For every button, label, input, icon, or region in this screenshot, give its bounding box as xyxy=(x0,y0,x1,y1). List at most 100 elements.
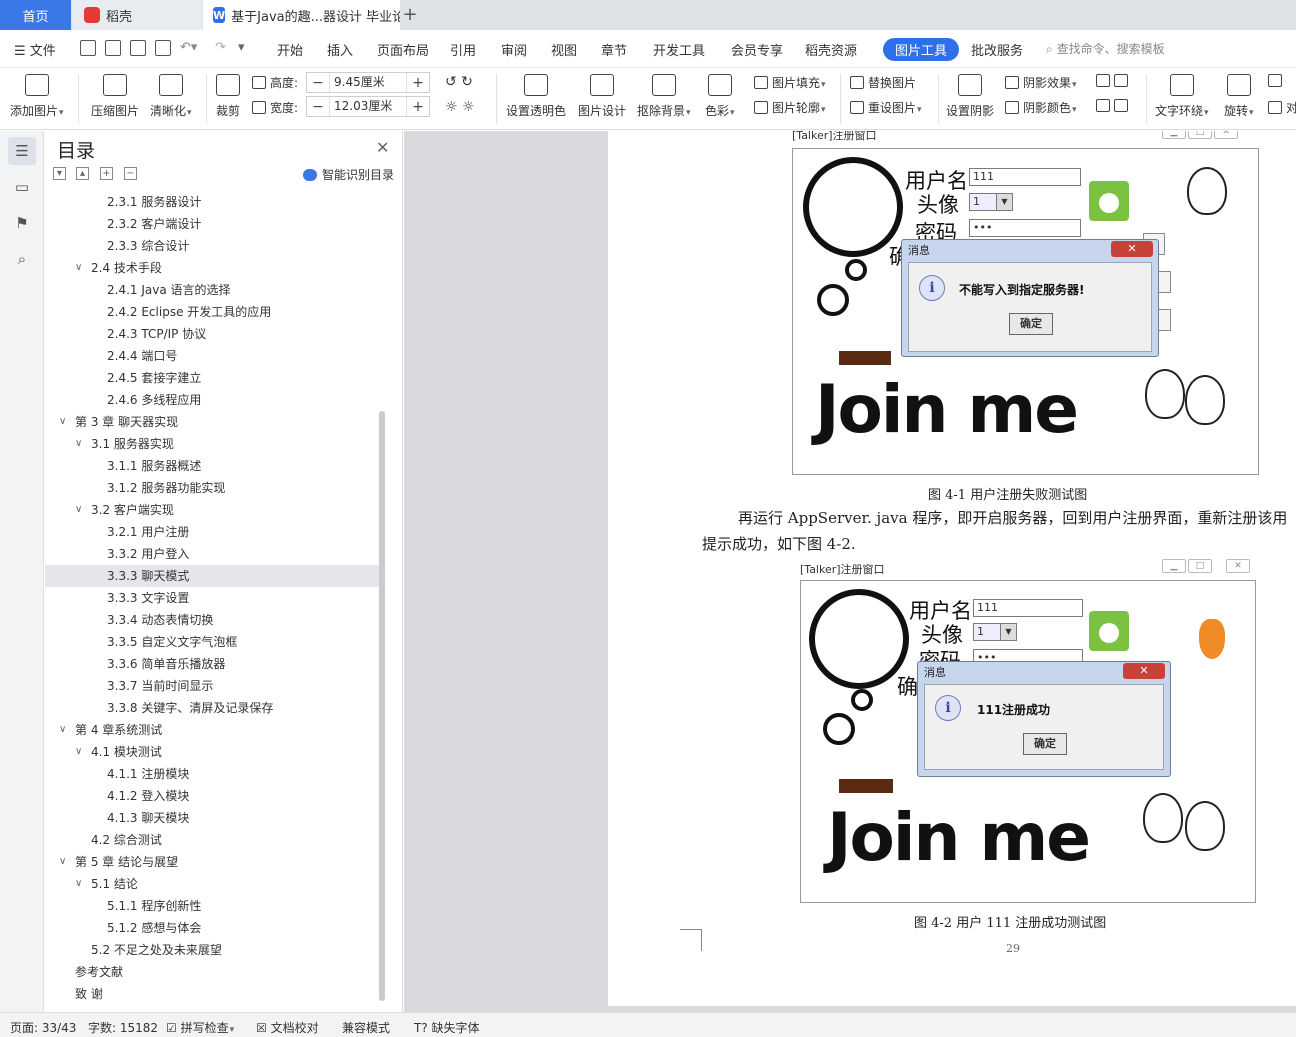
width-decrease-button[interactable]: − xyxy=(307,99,329,115)
page-count[interactable]: 页面: 33/43 xyxy=(10,1019,76,1036)
missing-font-button[interactable]: T? 缺失字体 xyxy=(414,1019,480,1036)
menu-item[interactable]: 页面布局 xyxy=(377,40,429,59)
menu-item[interactable]: 插入 xyxy=(327,40,353,59)
rotate-left-icon[interactable]: ↺ ↻ xyxy=(445,74,473,90)
toc-item[interactable]: ∨ 第 3 章 聊天器实现 xyxy=(45,411,379,433)
new-tab-button[interactable]: + xyxy=(400,4,420,26)
toc-item[interactable]: 3.3.5 自定义文字气泡框 xyxy=(45,631,379,653)
replace-image-button[interactable]: 替换图片 xyxy=(850,74,916,91)
width-value[interactable]: 12.03厘米 xyxy=(329,97,407,116)
toc-item[interactable]: 2.4.5 套接字建立 xyxy=(45,367,379,389)
export-pdf-icon[interactable] xyxy=(105,40,121,56)
toc-item[interactable]: ∨ 第 4 章系统测试 xyxy=(45,719,379,741)
toc-item[interactable]: 2.3.3 综合设计 xyxy=(45,235,379,257)
align-button[interactable]: 对 xyxy=(1268,99,1296,116)
toc-item[interactable]: 4.1.1 注册模块 xyxy=(45,763,379,785)
menu-item[interactable]: 稻壳资源 xyxy=(805,40,857,59)
height-increase-button[interactable]: + xyxy=(407,75,429,91)
collapse-all-icon[interactable]: ▾ xyxy=(53,167,66,180)
toc-item[interactable]: 参考文献 xyxy=(45,961,379,983)
chevron-down-icon[interactable]: ∨ xyxy=(75,499,82,521)
image-fill-button[interactable]: 图片填充 xyxy=(754,74,826,91)
toc-item[interactable]: 2.4.4 端口号 xyxy=(45,345,379,367)
toc-item[interactable]: 3.3.8 关键字、清屏及记录保存 xyxy=(45,697,379,719)
chevron-down-icon[interactable]: ∨ xyxy=(59,851,66,873)
toc-item[interactable]: 3.2.1 用户注册 xyxy=(45,521,379,543)
menu-item[interactable]: 章节 xyxy=(601,40,627,59)
toc-item[interactable]: 2.4.1 Java 语言的选择 xyxy=(45,279,379,301)
color-button[interactable]: 色彩 xyxy=(705,68,735,119)
toc-item[interactable]: 4.1.3 聊天模块 xyxy=(45,807,379,829)
width-increase-button[interactable]: + xyxy=(407,99,429,115)
menu-item[interactable]: 开始 xyxy=(277,40,303,59)
chevron-down-icon[interactable]: ∨ xyxy=(59,719,66,741)
toc-item[interactable]: ∨ 4.1 模块测试 xyxy=(45,741,379,763)
chevron-down-icon[interactable]: ∨ xyxy=(59,411,66,433)
text-wrap-button[interactable]: 文字环绕 xyxy=(1155,68,1209,119)
undo-icon[interactable]: ↶▾ xyxy=(180,40,197,55)
figure-1-image[interactable]: 用户名 头像 密码 确 111 1 ▼ ••• Join me 消息 ✕ i 不… xyxy=(792,148,1259,475)
arrange-icon[interactable] xyxy=(1268,74,1282,87)
search-icon[interactable]: ⌕ xyxy=(8,245,36,273)
shadow-nudge-down-icon[interactable] xyxy=(1096,99,1128,112)
toc-item[interactable]: 2.3.1 服务器设计 xyxy=(45,191,379,213)
toc-item[interactable]: 3.3.3 聊天模式 xyxy=(45,565,379,587)
close-icon[interactable]: ✕ xyxy=(376,138,389,157)
toc-item[interactable]: 致 谢 xyxy=(45,983,379,1005)
word-count[interactable]: 字数: 15182 xyxy=(88,1019,158,1036)
reset-image-button[interactable]: 重设图片 xyxy=(850,99,922,116)
set-transparent-button[interactable]: 设置透明色 xyxy=(506,68,566,119)
height-decrease-button[interactable]: − xyxy=(307,75,329,91)
toc-item[interactable]: 3.3.2 用户登入 xyxy=(45,543,379,565)
chevron-down-icon[interactable]: ∨ xyxy=(75,433,82,455)
toc-item[interactable]: 3.3.7 当前时间显示 xyxy=(45,675,379,697)
chevron-down-icon[interactable]: ∨ xyxy=(75,873,82,895)
add-image-button[interactable]: 添加图片 xyxy=(10,68,64,119)
toc-item[interactable]: ∨ 5.1 结论 xyxy=(45,873,379,895)
chevron-down-icon[interactable]: ∨ xyxy=(75,257,82,279)
collapse-level-icon[interactable]: − xyxy=(124,167,137,180)
height-stepper[interactable]: − 9.45厘米 + xyxy=(306,72,430,93)
expand-up-icon[interactable]: ▴ xyxy=(76,167,89,180)
compress-image-button[interactable]: 压缩图片 xyxy=(91,68,139,119)
toc-item[interactable]: 3.3.3 文字设置 xyxy=(45,587,379,609)
print-icon[interactable] xyxy=(130,40,146,56)
width-stepper[interactable]: − 12.03厘米 + xyxy=(306,96,430,117)
expand-level-icon[interactable]: + xyxy=(100,167,113,180)
toc-item[interactable]: 4.2 综合测试 xyxy=(45,829,379,851)
toc-item[interactable]: ∨ 3.1 服务器实现 xyxy=(45,433,379,455)
redo-icon[interactable]: ↷ xyxy=(215,40,226,55)
toc-item[interactable]: 2.4.6 多线程应用 xyxy=(45,389,379,411)
menu-item[interactable]: 批改服务 xyxy=(971,40,1023,59)
file-menu[interactable]: ☰ 文件 xyxy=(14,40,56,59)
toc-item[interactable]: 3.3.6 简单音乐播放器 xyxy=(45,653,379,675)
save-icon[interactable] xyxy=(80,40,96,56)
tab-home[interactable]: 首页 xyxy=(0,0,71,30)
menu-item[interactable]: 会员专享 xyxy=(731,40,783,59)
toc-item[interactable]: 3.1.2 服务器功能实现 xyxy=(45,477,379,499)
toc-item[interactable]: ∨ 第 5 章 结论与展望 xyxy=(45,851,379,873)
chapter-nav-icon[interactable]: ▭ xyxy=(8,173,36,201)
toc-item[interactable]: 2.3.2 客户端设计 xyxy=(45,213,379,235)
crop-button[interactable]: 裁剪 xyxy=(216,68,240,119)
toc-item[interactable]: 3.3.4 动态表情切换 xyxy=(45,609,379,631)
rotate-button[interactable]: 旋转 xyxy=(1224,68,1254,119)
toc-item[interactable]: ∨ 2.4 技术手段 xyxy=(45,257,379,279)
bookmark-icon[interactable]: ⚑ xyxy=(8,209,36,237)
spell-check-button[interactable]: ☑ 拼写检查 xyxy=(166,1019,234,1036)
toc-item[interactable]: 5.2 不足之处及未来展望 xyxy=(45,939,379,961)
brightness-icon[interactable]: ☼ ☼ xyxy=(445,99,475,115)
height-value[interactable]: 9.45厘米 xyxy=(329,73,407,92)
toc-scrollbar[interactable] xyxy=(379,411,385,1001)
toc-item[interactable]: 2.4.2 Eclipse 开发工具的应用 xyxy=(45,301,379,323)
menu-item[interactable]: 视图 xyxy=(551,40,577,59)
menu-item[interactable]: 引用 xyxy=(450,40,476,59)
remove-bg-button[interactable]: 抠除背景 xyxy=(637,68,691,119)
menu-item[interactable]: 开发工具 xyxy=(653,40,705,59)
toc-item[interactable]: 5.1.2 感想与体会 xyxy=(45,917,379,939)
figure-2-image[interactable]: 用户名 头像 密码 确 111 1 ▼ ••• Join me 消息 ✕ i 1… xyxy=(800,580,1256,903)
toc-panel-icon[interactable]: ☰ xyxy=(8,137,36,165)
shadow-effect-button[interactable]: 阴影效果 xyxy=(1005,74,1077,91)
image-design-button[interactable]: 图片设计 xyxy=(578,68,626,119)
chevron-down-icon[interactable]: ∨ xyxy=(75,741,82,763)
